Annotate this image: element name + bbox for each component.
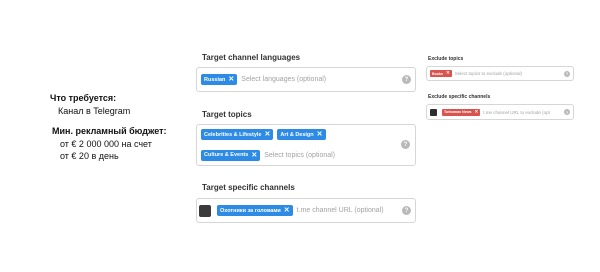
topics-title: Target topics — [202, 110, 252, 119]
channels-field[interactable]: Охотники за головами ✕ t.me channel URL … — [196, 198, 416, 223]
help-icon[interactable]: ? — [402, 206, 411, 215]
exclude-topic-chip[interactable]: Books ✕ — [430, 70, 452, 77]
close-icon[interactable]: ✕ — [475, 109, 479, 115]
close-icon[interactable]: ✕ — [317, 131, 323, 138]
topics-placeholder: Select topics (optional) — [264, 151, 336, 159]
language-chip-label: Russian — [204, 76, 226, 83]
help-icon[interactable]: ? — [401, 140, 410, 149]
exclude-channel-chip-label: Turbomax News — [444, 110, 472, 114]
channel-chip-label: Охотники за головами — [220, 207, 281, 214]
budget-title: Мин. рекламный бюджет: — [52, 126, 167, 136]
topic-chip[interactable]: Art & Design ✕ — [277, 129, 326, 141]
requirement-value: Канал в Telegram — [58, 106, 131, 116]
exclude-channels-title: Exclude specific channels — [428, 94, 491, 100]
help-icon[interactable]: ? — [564, 70, 570, 77]
exclude-channel-chip[interactable]: Turbomax News ✕ — [442, 108, 481, 116]
languages-title: Target channel languages — [202, 53, 301, 62]
exclude-topic-chip-label: Books — [432, 71, 443, 76]
topic-chip[interactable]: Celebrities & Lifestyle ✕ — [201, 129, 274, 141]
channels-title: Target specific channels — [202, 183, 295, 192]
close-icon[interactable]: ✕ — [264, 131, 270, 138]
close-icon[interactable]: ✕ — [251, 152, 257, 159]
exclude-channels-placeholder: t.me channel URL to exclude (opt — [483, 109, 550, 115]
languages-field[interactable]: Russian ✕ Select languages (optional) ? — [196, 67, 416, 92]
close-icon[interactable]: ✕ — [228, 76, 234, 83]
exclude-topics-field[interactable]: Books ✕ Select topics to exclude (option… — [426, 66, 574, 81]
topic-chip-label: Art & Design — [280, 131, 314, 138]
channel-avatar — [199, 204, 211, 217]
exclude-topics-placeholder: Select topics to exclude (optional) — [454, 71, 523, 76]
languages-placeholder: Select languages (optional) — [241, 76, 327, 83]
exclude-channels-field[interactable]: Turbomax News ✕ t.me channel URL to excl… — [426, 104, 574, 120]
close-icon[interactable]: ✕ — [446, 71, 450, 76]
language-chip[interactable]: Russian ✕ — [201, 74, 238, 85]
channel-chip[interactable]: Охотники за головами ✕ — [217, 205, 293, 216]
help-icon[interactable]: ? — [564, 109, 570, 115]
exclude-topics-title: Exclude topics — [428, 56, 464, 62]
topic-chip-label: Celebrities & Lifestyle — [204, 131, 262, 138]
channel-avatar — [430, 108, 437, 116]
close-icon[interactable]: ✕ — [284, 207, 290, 214]
help-icon[interactable]: ? — [402, 75, 411, 84]
budget-line-2: от € 20 в день — [60, 151, 119, 161]
topic-chip-label: Culture & Events — [204, 152, 249, 159]
budget-line-1: от € 2 000 000 на счет — [60, 139, 152, 149]
channels-placeholder: t.me channel URL (optional) — [296, 207, 384, 214]
topic-chip[interactable]: Culture & Events ✕ — [201, 149, 261, 161]
topics-field[interactable]: Celebrities & Lifestyle ✕ Art & Design ✕… — [196, 124, 416, 166]
requirement-title: Что требуется: — [50, 93, 117, 103]
